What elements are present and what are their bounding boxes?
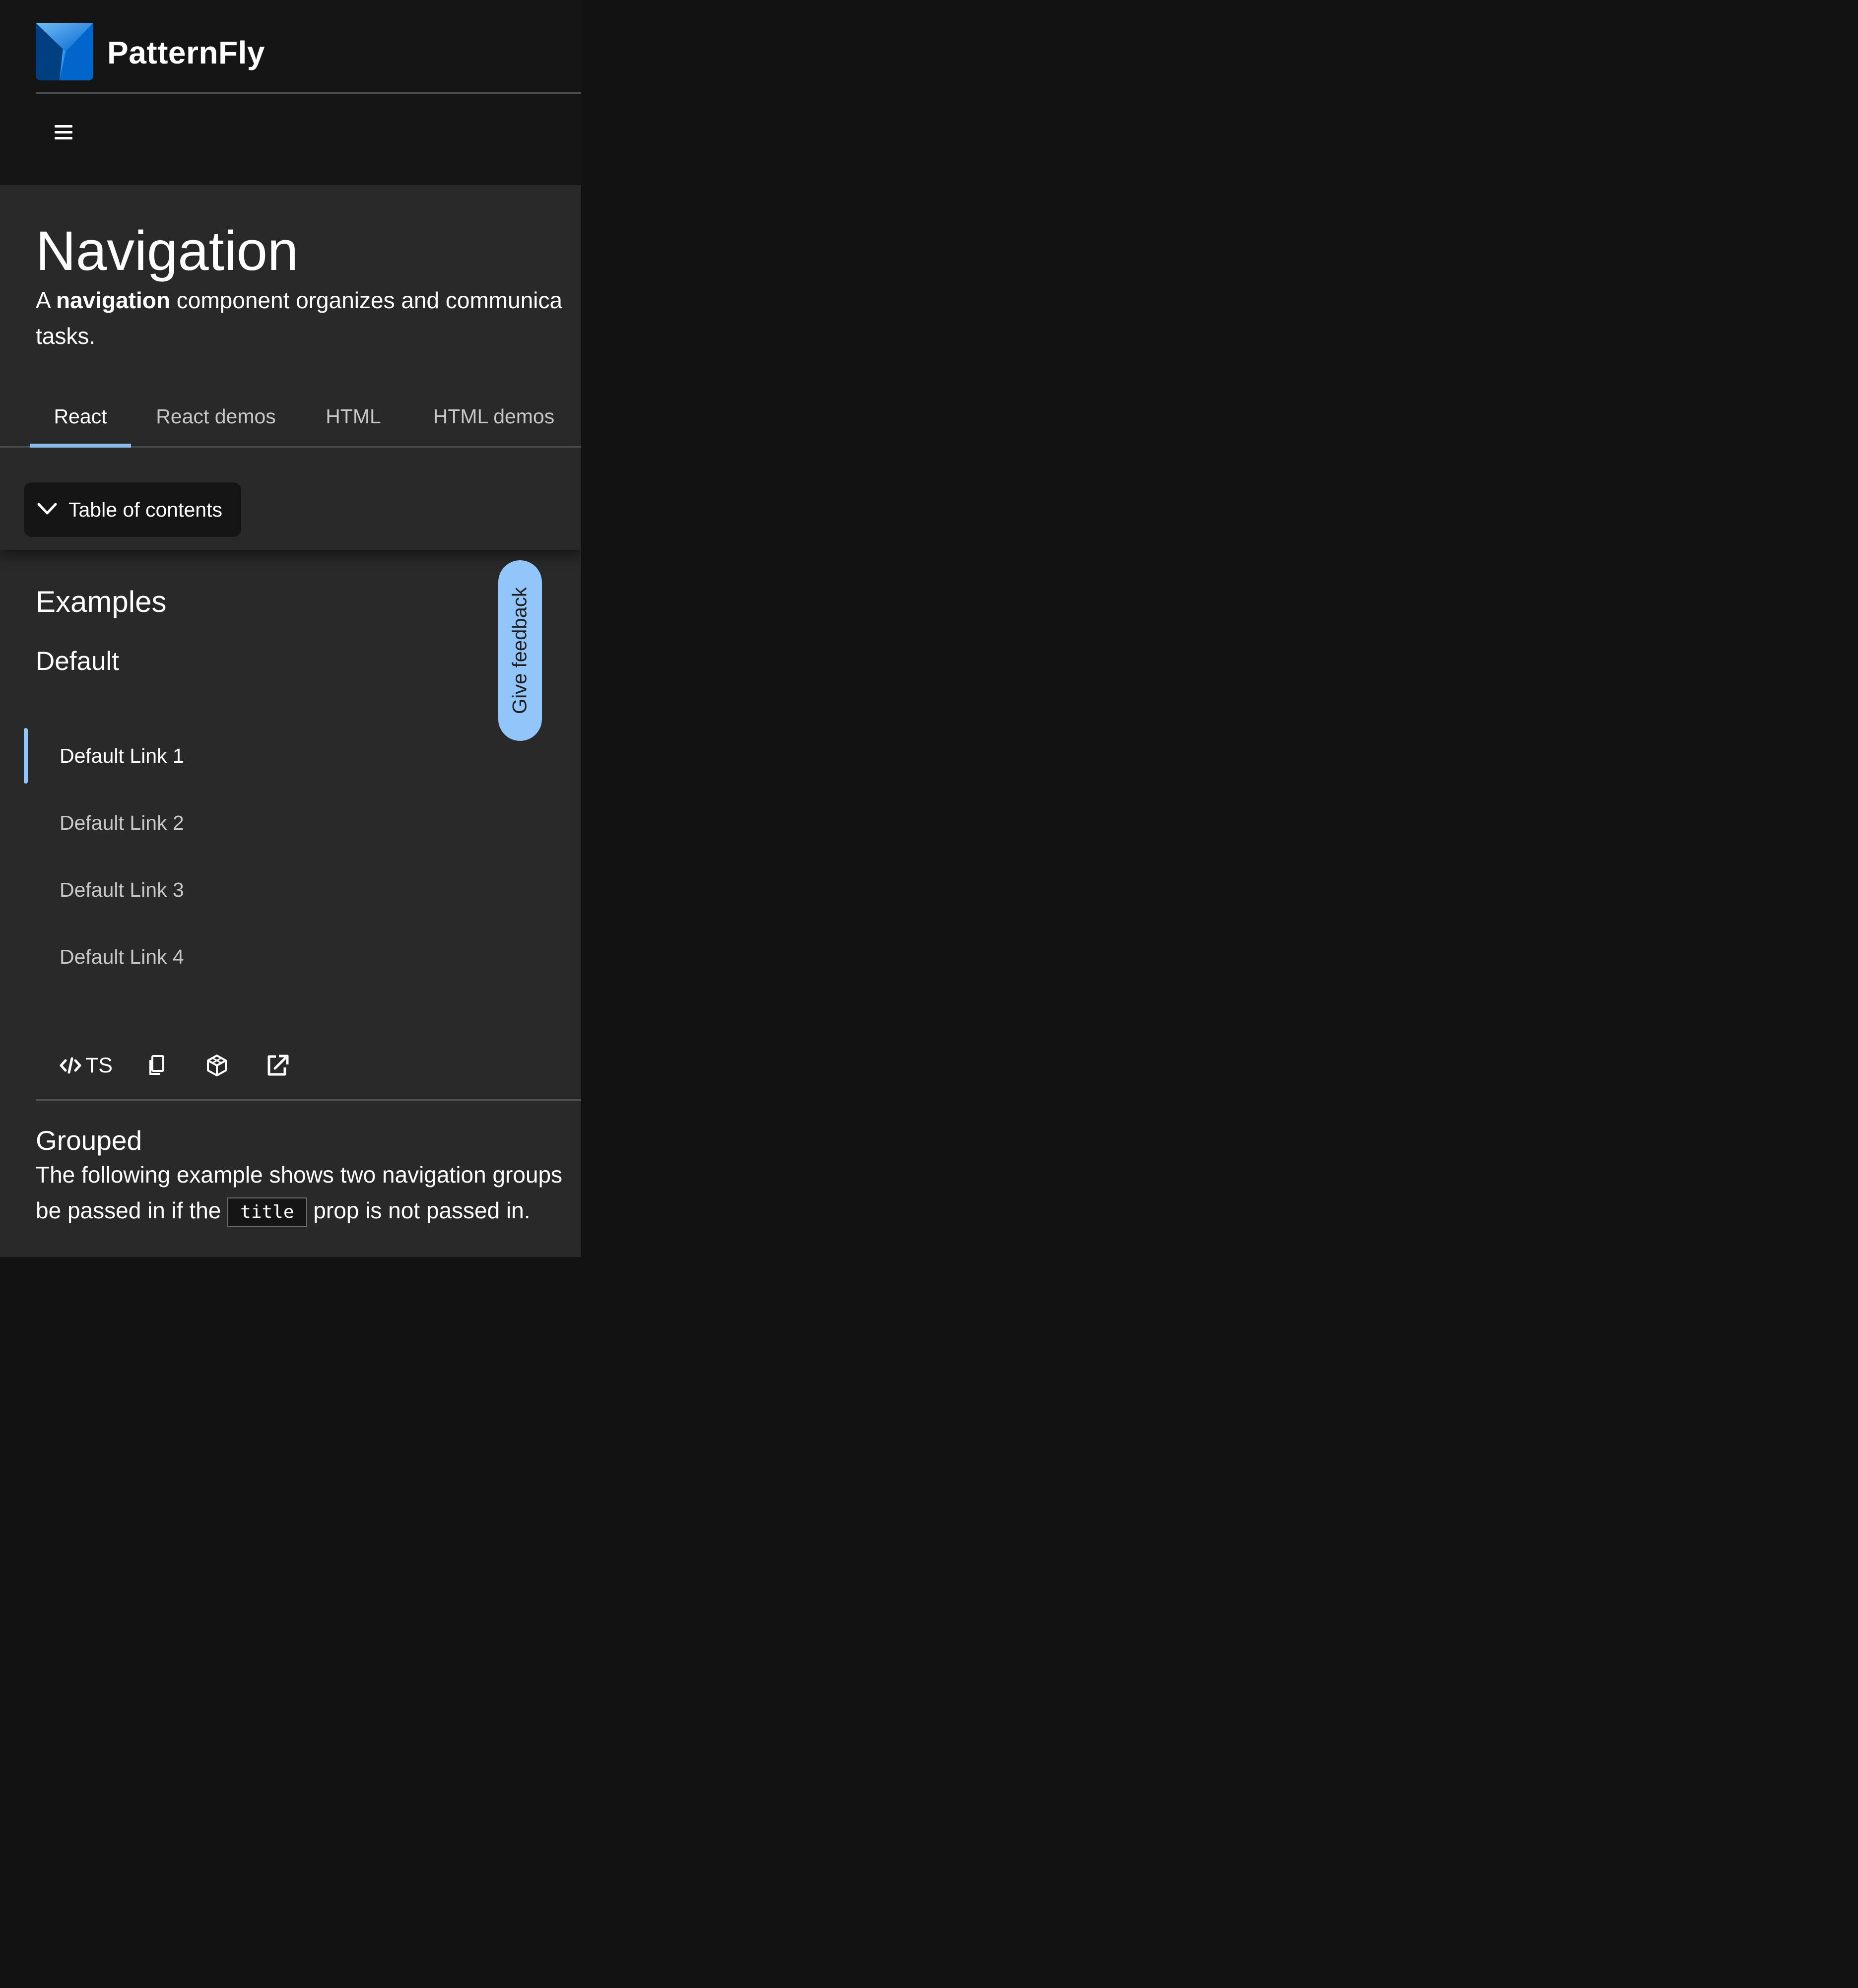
- app-viewport: PatternFly Navigation A navigation compo…: [0, 0, 581, 1257]
- chevron-down-icon: [37, 503, 57, 515]
- give-feedback-button[interactable]: Give feedback: [498, 560, 542, 741]
- code-toolbar: TS: [36, 1040, 581, 1101]
- tab-html[interactable]: HTML: [308, 389, 399, 446]
- tab-react[interactable]: React: [30, 389, 131, 448]
- nav-item-default-link-4[interactable]: Default Link 4: [24, 929, 581, 985]
- codesandbox-button[interactable]: [204, 1051, 229, 1080]
- nav-item-label: Default Link 2: [60, 811, 184, 834]
- copy-code-button[interactable]: [146, 1051, 168, 1080]
- nav-item-label: Default Link 4: [60, 945, 184, 968]
- toc-label: Table of contents: [68, 498, 222, 521]
- brand-name[interactable]: PatternFly: [107, 31, 265, 74]
- code-icon: [60, 1057, 81, 1074]
- tab-react-demos[interactable]: React demos: [140, 389, 292, 446]
- give-feedback-label: Give feedback: [509, 587, 531, 714]
- nav-item-label: Default Link 1: [60, 744, 184, 767]
- nav-item-default-link-2[interactable]: Default Link 2: [24, 795, 581, 851]
- page-intro: A navigation component organizes and com…: [36, 287, 563, 349]
- hamburger-icon[interactable]: [52, 122, 75, 143]
- page-title: Navigation: [36, 220, 299, 282]
- toggle-ts-code-button[interactable]: TS: [60, 1051, 114, 1080]
- grouped-description: The following example shows two navigati…: [36, 1157, 581, 1228]
- toc-toggle-button[interactable]: Table of contents: [24, 482, 241, 537]
- title-prop-code: title: [227, 1197, 307, 1227]
- tab-bar: React React demos HTML HTML demos: [0, 389, 581, 448]
- copy-icon: [149, 1055, 164, 1075]
- masthead: PatternFly: [0, 0, 581, 185]
- nav-item-label: Default Link 3: [60, 878, 184, 901]
- toc-band: Table of contents: [0, 448, 581, 550]
- external-link-icon: [267, 1055, 289, 1076]
- default-heading: Default: [36, 647, 119, 676]
- patternfly-logo[interactable]: [36, 23, 93, 80]
- intro-bold-term: navigation: [56, 287, 170, 313]
- grouped-heading: Grouped: [36, 1125, 142, 1156]
- page-content: Navigation A navigation component organi…: [0, 185, 581, 1257]
- nav-item-default-link-3[interactable]: Default Link 3: [24, 862, 581, 918]
- default-nav-list: Default Link 1 Default Link 2 Default Li…: [24, 728, 581, 996]
- examples-heading: Examples: [36, 585, 167, 618]
- open-in-new-window-button[interactable]: [265, 1051, 289, 1080]
- ts-label: TS: [85, 1054, 113, 1077]
- codesandbox-icon: [207, 1055, 227, 1076]
- masthead-divider: [36, 92, 581, 94]
- tab-html-demos[interactable]: HTML demos: [417, 389, 571, 446]
- nav-item-default-link-1[interactable]: Default Link 1: [24, 728, 581, 784]
